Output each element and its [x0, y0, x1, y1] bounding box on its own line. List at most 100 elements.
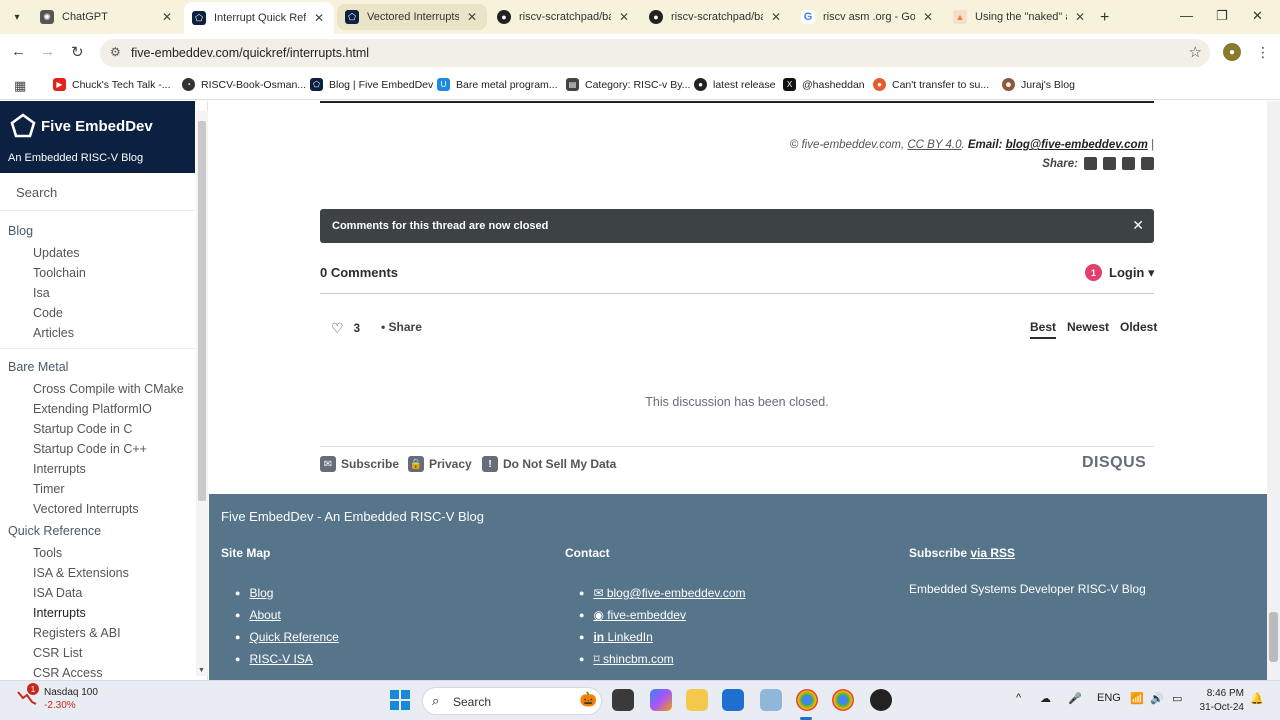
sidebar-item-cross-compile[interactable]: Cross Compile with CMake: [0, 379, 195, 399]
reddit-icon[interactable]: [1122, 157, 1135, 170]
footer-link-website[interactable]: ⌑ shincbm.com: [593, 652, 673, 666]
sidebar-item-updates[interactable]: Updates: [0, 243, 195, 263]
footer-link-about[interactable]: About: [249, 608, 280, 622]
start-button[interactable]: [390, 690, 410, 710]
tab-naked-attribute[interactable]: ▲ Using the "naked" at ✕: [945, 4, 1095, 30]
sidebar-item-timer[interactable]: Timer: [0, 479, 195, 499]
close-window-button[interactable]: ✕: [1252, 8, 1263, 24]
sidebar-item-interrupts[interactable]: Interrupts: [0, 459, 195, 479]
taskbar-search[interactable]: ⌕ Search 🎃: [422, 687, 602, 715]
site-info-icon[interactable]: ⚙: [110, 45, 121, 59]
tab-riscv-scratchpad-1[interactable]: ● riscv-scratchpad/bar ✕: [489, 4, 639, 30]
sidebar-item-quickref-interrupts[interactable]: Interrupts: [0, 603, 195, 623]
chrome-icon[interactable]: [832, 689, 854, 711]
sidebar-item-vectored-interrupts[interactable]: Vectored Interrupts: [0, 499, 195, 519]
copilot-icon[interactable]: [650, 689, 672, 711]
bookmark-item[interactable]: ▶ Chuck's Tech Talk -...: [53, 78, 171, 91]
tab-chatgpt[interactable]: ✺ ChatGPT ✕: [32, 4, 182, 30]
bookmark-item[interactable]: ● Can't transfer to su...: [873, 78, 989, 91]
footer-link-blog[interactable]: Blog: [249, 586, 273, 600]
subscribe-link[interactable]: ✉ Subscribe: [320, 456, 399, 472]
close-tab-icon[interactable]: ✕: [465, 10, 479, 24]
bookmark-item[interactable]: ☻ Juraj's Blog: [1002, 78, 1075, 91]
share-button[interactable]: • Share: [381, 320, 422, 334]
sidebar-item-extending-platformio[interactable]: Extending PlatformIO: [0, 399, 195, 419]
sidebar-item-articles[interactable]: Articles: [0, 323, 195, 343]
footer-link-email[interactable]: ✉ blog@five-embeddev.com: [593, 586, 745, 600]
tab-vectored-interrupts[interactable]: ⬠ Vectored Interrupts | ✕: [337, 4, 487, 30]
reload-button[interactable]: ↻: [71, 43, 84, 61]
new-tab-button[interactable]: +: [1100, 9, 1109, 27]
notification-bell-icon[interactable]: 🔔: [1250, 692, 1264, 705]
sidebar-item-toolchain[interactable]: Toolchain: [0, 263, 195, 283]
bookmark-item[interactable]: ◔ RISCV-Book-Osman...: [182, 78, 306, 91]
linkedin-icon[interactable]: [1084, 157, 1097, 170]
sort-best-tab[interactable]: Best: [1030, 320, 1057, 339]
rss-link[interactable]: via RSS: [970, 546, 1015, 560]
footer-link-linkedin[interactable]: in LinkedIn: [593, 630, 652, 644]
twitter-icon[interactable]: [1103, 157, 1116, 170]
language-indicator[interactable]: ENG: [1097, 692, 1121, 704]
sidebar-scroll-thumb[interactable]: [198, 121, 206, 501]
bookmark-item[interactable]: ● latest release: [694, 78, 775, 91]
page-scrollbar[interactable]: [1267, 101, 1280, 680]
bookmark-item[interactable]: U Bare metal program...: [437, 78, 558, 91]
sidebar-section-bare-metal[interactable]: Bare Metal: [0, 355, 195, 379]
login-button[interactable]: 1 Login ▾: [1085, 264, 1155, 281]
ycombinator-icon[interactable]: [1141, 157, 1154, 170]
footer-link-riscv-isa[interactable]: RISC-V ISA: [249, 652, 312, 666]
forward-button[interactable]: →: [40, 43, 55, 60]
wifi-icon[interactable]: 📶: [1130, 692, 1144, 705]
sidebar-item-registers-abi[interactable]: Registers & ABI: [0, 623, 195, 643]
tab-google-search[interactable]: G riscv asm .org - Goog ✕: [793, 4, 943, 30]
sidebar-item-isa-data[interactable]: ISA Data: [0, 583, 195, 603]
github-desktop-icon[interactable]: [870, 689, 892, 711]
apps-grid-icon[interactable]: ▦: [14, 78, 26, 94]
sidebar-item-tools[interactable]: Tools: [0, 543, 195, 563]
chevron-up-icon[interactable]: ^: [1016, 692, 1021, 704]
photos-icon[interactable]: [760, 689, 782, 711]
like-button[interactable]: ♡ 3: [331, 320, 360, 337]
chrome-icon[interactable]: [796, 689, 818, 711]
close-tab-icon[interactable]: ✕: [769, 10, 783, 24]
footer-link-quick-reference[interactable]: Quick Reference: [249, 630, 338, 644]
privacy-link[interactable]: 🔒 Privacy: [408, 456, 472, 472]
volume-icon[interactable]: 🔊: [1150, 692, 1164, 705]
sidebar-item-isa[interactable]: Isa: [0, 283, 195, 303]
close-tab-icon[interactable]: ✕: [1073, 10, 1087, 24]
profile-avatar[interactable]: ●: [1223, 43, 1241, 61]
tab-riscv-scratchpad-2[interactable]: ● riscv-scratchpad/bar ✕: [641, 4, 791, 30]
sidebar-search-input[interactable]: Search: [0, 173, 195, 211]
minimize-button[interactable]: —: [1180, 8, 1193, 23]
footer-link-github[interactable]: ◉ five-embeddev: [593, 608, 686, 622]
disqus-logo[interactable]: DISQUS: [1082, 454, 1146, 472]
store-icon[interactable]: [722, 689, 744, 711]
back-button[interactable]: ←: [11, 43, 26, 60]
bookmark-item[interactable]: ⬠ Blog | Five EmbedDev: [310, 78, 433, 91]
sort-newest-tab[interactable]: Newest: [1067, 320, 1109, 334]
tab-interrupt-quickref[interactable]: ⬠ Interrupt Quick Refer ✕: [184, 2, 334, 34]
bookmark-item[interactable]: ▤ Category: RISC-v By...: [566, 78, 690, 91]
microphone-icon[interactable]: 🎤: [1068, 692, 1082, 705]
clock[interactable]: 8:46 PM 31-Oct-24: [1194, 687, 1244, 715]
scroll-down-arrow-icon[interactable]: ▼: [198, 667, 205, 674]
bookmark-item[interactable]: X @hasheddan: [783, 78, 865, 91]
bookmark-star-icon[interactable]: ☆: [1189, 43, 1202, 61]
sidebar-item-code[interactable]: Code: [0, 303, 195, 323]
sidebar-item-csr-list[interactable]: CSR List: [0, 643, 195, 663]
license-link[interactable]: CC BY 4.0: [907, 139, 961, 151]
sidebar-section-quick-reference[interactable]: Quick Reference: [0, 519, 195, 543]
tab-search-dropdown[interactable]: ▾: [8, 8, 26, 26]
sidebar-item-startup-cpp[interactable]: Startup Code in C++: [0, 439, 195, 459]
sidebar-item-isa-extensions[interactable]: ISA & Extensions: [0, 563, 195, 583]
url-text[interactable]: five-embeddev.com/quickref/interrupts.ht…: [131, 46, 369, 60]
restore-button[interactable]: ❐: [1216, 8, 1228, 24]
close-tab-icon[interactable]: ✕: [312, 11, 326, 25]
stock-widget[interactable]: 1 Nasdaq 100 -2.30%: [16, 683, 98, 712]
sidebar-item-startup-c[interactable]: Startup Code in C: [0, 419, 195, 439]
address-bar[interactable]: ⚙ five-embeddev.com/quickref/interrupts.…: [100, 39, 1210, 67]
sort-oldest-tab[interactable]: Oldest: [1120, 320, 1157, 334]
file-explorer-icon[interactable]: [612, 689, 634, 711]
close-tab-icon[interactable]: ✕: [617, 10, 631, 24]
battery-icon[interactable]: ▭: [1172, 692, 1182, 705]
